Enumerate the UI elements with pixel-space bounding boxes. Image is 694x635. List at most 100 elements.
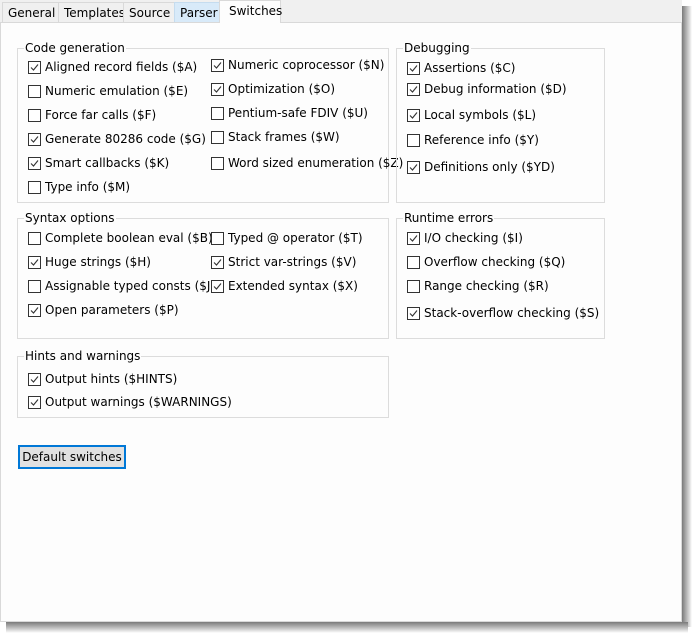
checkbox-generate-80286-code[interactable]: Generate 80286 code ($G) xyxy=(28,131,206,147)
checkbox-local-symbols[interactable]: Local symbols ($L) xyxy=(407,107,536,123)
checkbox-smart-callbacks[interactable]: Smart callbacks ($K) xyxy=(28,155,169,171)
checkbox-unchecked-icon[interactable] xyxy=(28,108,41,122)
group-title: Syntax options xyxy=(24,211,116,225)
checkbox-unchecked-icon[interactable] xyxy=(407,255,420,269)
checkbox-word-sized-enumeration[interactable]: Word sized enumeration ($Z) xyxy=(211,155,403,171)
checkbox-checked-icon[interactable] xyxy=(407,306,420,320)
hints-warnings-group: Hints and warnings Output hints ($HINTS)… xyxy=(17,349,389,418)
checkbox-output-hints[interactable]: Output hints ($HINTS) xyxy=(28,371,177,387)
check-mark-icon xyxy=(30,306,39,314)
checkbox-label: Reference info ($Y) xyxy=(424,133,539,147)
checkbox-checked-icon[interactable] xyxy=(407,61,420,75)
checkbox-numeric-emulation[interactable]: Numeric emulation ($E) xyxy=(28,83,188,99)
checkbox-i-o-checking[interactable]: I/O checking ($I) xyxy=(407,230,523,246)
window-shadow-right xyxy=(682,6,692,627)
checkbox-optimization[interactable]: Optimization ($O) xyxy=(211,81,335,97)
check-mark-icon xyxy=(409,64,418,72)
checkbox-label: Definitions only ($YD) xyxy=(424,160,555,174)
checkbox-open-parameters[interactable]: Open parameters ($P) xyxy=(28,302,179,318)
checkbox-label: Force far calls ($F) xyxy=(45,108,157,122)
checkbox-checked-icon[interactable] xyxy=(211,255,224,269)
checkbox-stack-overflow-checking[interactable]: Stack-overflow checking ($S) xyxy=(407,305,599,321)
checkbox-checked-icon[interactable] xyxy=(28,372,41,386)
check-mark-icon xyxy=(30,63,39,71)
tab-parser[interactable]: Parser xyxy=(174,2,220,22)
checkbox-label: Assignable typed consts ($J) xyxy=(45,279,216,293)
checkbox-label: Stack-overflow checking ($S) xyxy=(424,306,600,320)
checkbox-assignable-typed-consts[interactable]: Assignable typed consts ($J) xyxy=(28,278,215,294)
switches-page: Code generation Aligned record fields ($… xyxy=(0,22,682,622)
checkbox-stack-frames[interactable]: Stack frames ($W) xyxy=(211,129,340,145)
checkbox-checked-icon[interactable] xyxy=(211,58,224,72)
checkbox-checked-icon[interactable] xyxy=(407,82,420,96)
checkbox-label: I/O checking ($I) xyxy=(424,231,523,245)
checkbox-label: Assertions ($C) xyxy=(424,61,516,75)
checkbox-definitions-only[interactable]: Definitions only ($YD) xyxy=(407,159,555,175)
checkbox-label: Aligned record fields ($A) xyxy=(45,60,198,74)
checkbox-label: Strict var-strings ($V) xyxy=(228,255,357,269)
checkbox-unchecked-icon[interactable] xyxy=(407,279,420,293)
check-mark-icon xyxy=(30,159,39,167)
checkbox-checked-icon[interactable] xyxy=(407,108,420,122)
window-shadow-bottom xyxy=(6,622,688,633)
checkbox-unchecked-icon[interactable] xyxy=(211,231,224,245)
tab-templates[interactable]: Templates xyxy=(58,2,125,22)
checkbox-checked-icon[interactable] xyxy=(28,303,41,317)
checkbox-checked-icon[interactable] xyxy=(28,132,41,146)
checkbox-unchecked-icon[interactable] xyxy=(211,130,224,144)
checkbox-unchecked-icon[interactable] xyxy=(28,84,41,98)
checkbox-checked-icon[interactable] xyxy=(211,279,224,293)
check-mark-icon xyxy=(213,282,222,290)
checkbox-unchecked-icon[interactable] xyxy=(211,156,224,170)
tab-source[interactable]: Source xyxy=(123,2,175,22)
checkbox-strict-var-strings[interactable]: Strict var-strings ($V) xyxy=(211,254,356,270)
checkbox-range-checking[interactable]: Range checking ($R) xyxy=(407,278,549,294)
syntax-options-group: Syntax options Complete boolean eval ($B… xyxy=(17,211,389,339)
check-mark-icon xyxy=(30,398,39,406)
checkbox-checked-icon[interactable] xyxy=(407,160,420,174)
checkbox-unchecked-icon[interactable] xyxy=(407,133,420,147)
checkbox-unchecked-icon[interactable] xyxy=(28,180,41,194)
check-mark-icon xyxy=(30,375,39,383)
checkbox-checked-icon[interactable] xyxy=(28,395,41,409)
checkbox-checked-icon[interactable] xyxy=(28,255,41,269)
checkbox-label: Word sized enumeration ($Z) xyxy=(228,156,404,170)
checkbox-unchecked-icon[interactable] xyxy=(28,279,41,293)
checkbox-overflow-checking[interactable]: Overflow checking ($Q) xyxy=(407,254,565,270)
checkbox-assertions[interactable]: Assertions ($C) xyxy=(407,60,515,76)
check-mark-icon xyxy=(213,85,222,93)
checkbox-unchecked-icon[interactable] xyxy=(211,106,224,120)
checkbox-output-warnings[interactable]: Output warnings ($WARNINGS) xyxy=(28,394,232,410)
default-switches-button[interactable]: Default switches xyxy=(18,445,126,469)
checkbox-type-info[interactable]: Type info ($M) xyxy=(28,179,130,195)
checkbox-checked-icon[interactable] xyxy=(28,156,41,170)
check-mark-icon xyxy=(30,258,39,266)
checkbox-label: Optimization ($O) xyxy=(228,82,336,96)
checkbox-numeric-coprocessor[interactable]: Numeric coprocessor ($N) xyxy=(211,57,384,73)
check-mark-icon xyxy=(409,309,418,317)
checkbox-label: Generate 80286 code ($G) xyxy=(45,132,206,146)
checkbox-typed-operator[interactable]: Typed @ operator ($T) xyxy=(211,230,363,246)
checkbox-extended-syntax[interactable]: Extended syntax ($X) xyxy=(211,278,358,294)
checkbox-label: Range checking ($R) xyxy=(424,279,549,293)
tab-general[interactable]: General xyxy=(2,2,59,22)
checkbox-debug-information[interactable]: Debug information ($D) xyxy=(407,81,567,97)
checkbox-complete-boolean-eval[interactable]: Complete boolean eval ($B) xyxy=(28,230,213,246)
checkbox-label: Complete boolean eval ($B) xyxy=(45,231,213,245)
checkbox-checked-icon[interactable] xyxy=(28,60,41,74)
checkbox-reference-info[interactable]: Reference info ($Y) xyxy=(407,132,539,148)
group-title: Code generation xyxy=(24,41,126,55)
check-mark-icon xyxy=(409,111,418,119)
group-title: Runtime errors xyxy=(403,211,495,225)
checkbox-checked-icon[interactable] xyxy=(211,82,224,96)
checkbox-huge-strings[interactable]: Huge strings ($H) xyxy=(28,254,151,270)
tab-switches[interactable]: Switches xyxy=(219,0,282,23)
debugging-group: Debugging Assertions ($C) Debug informati… xyxy=(396,41,605,203)
checkbox-label: Typed @ operator ($T) xyxy=(228,231,363,245)
checkbox-force-far-calls[interactable]: Force far calls ($F) xyxy=(28,107,156,123)
code-generation-group: Code generation Aligned record fields ($… xyxy=(17,41,403,203)
checkbox-aligned-record-fields[interactable]: Aligned record fields ($A) xyxy=(28,59,197,75)
checkbox-unchecked-icon[interactable] xyxy=(28,231,41,245)
checkbox-checked-icon[interactable] xyxy=(407,231,420,245)
checkbox-pentium-safe-fdiv[interactable]: Pentium-safe FDIV ($U) xyxy=(211,105,368,121)
